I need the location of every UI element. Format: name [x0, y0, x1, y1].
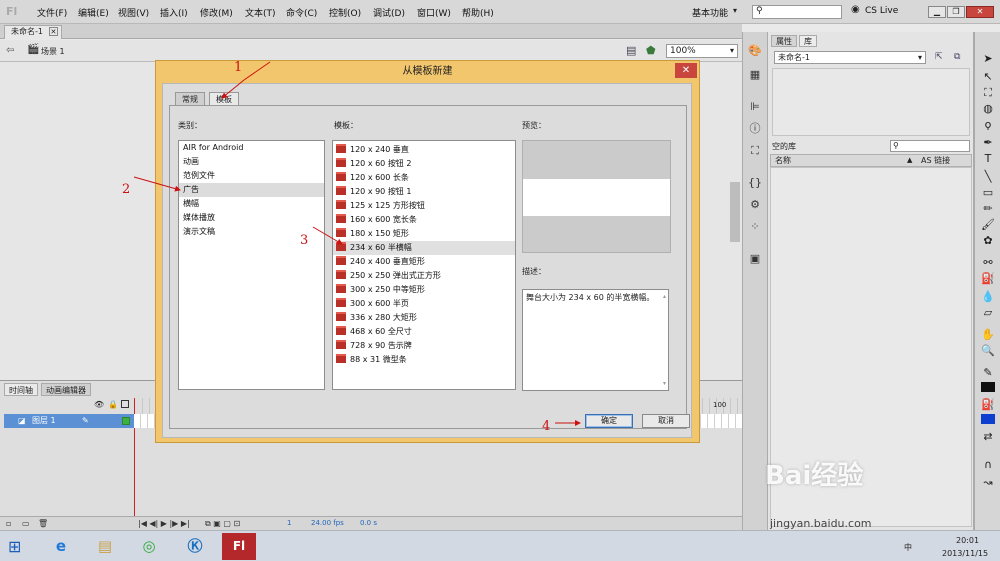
annotation-2: 2 [122, 182, 131, 197]
annotation-arrow-1b [221, 79, 245, 99]
baidu-watermark-url: jingyan.baidu.com [770, 517, 872, 530]
annotation-3: 3 [300, 233, 309, 248]
baidu-watermark: Bai经验 [765, 461, 864, 491]
windows-taskbar: ⊞ e ▤ ◎ Ⓚ Fl 中 20:01 2013/11/15 [0, 530, 1000, 561]
kugou-icon[interactable]: Ⓚ [178, 533, 212, 560]
flash-app-icon[interactable]: Fl [222, 533, 256, 560]
browser-360-icon[interactable]: ◎ [132, 533, 166, 560]
windows-start-icon[interactable]: ⊞ [8, 537, 21, 556]
annotation-4: 4 [542, 419, 551, 434]
annotation-arrow-1a [243, 61, 271, 81]
ie-icon[interactable]: e [44, 533, 78, 560]
annotation-arrow-3 [312, 226, 343, 245]
ime-indicator[interactable]: 中 [904, 542, 912, 553]
annotation-arrow-2 [133, 176, 181, 192]
explorer-icon[interactable]: ▤ [88, 533, 122, 560]
clock-time[interactable]: 20:01 [956, 536, 979, 545]
annotation-1: 1 [234, 60, 243, 75]
clock-date[interactable]: 2013/11/15 [942, 549, 988, 558]
